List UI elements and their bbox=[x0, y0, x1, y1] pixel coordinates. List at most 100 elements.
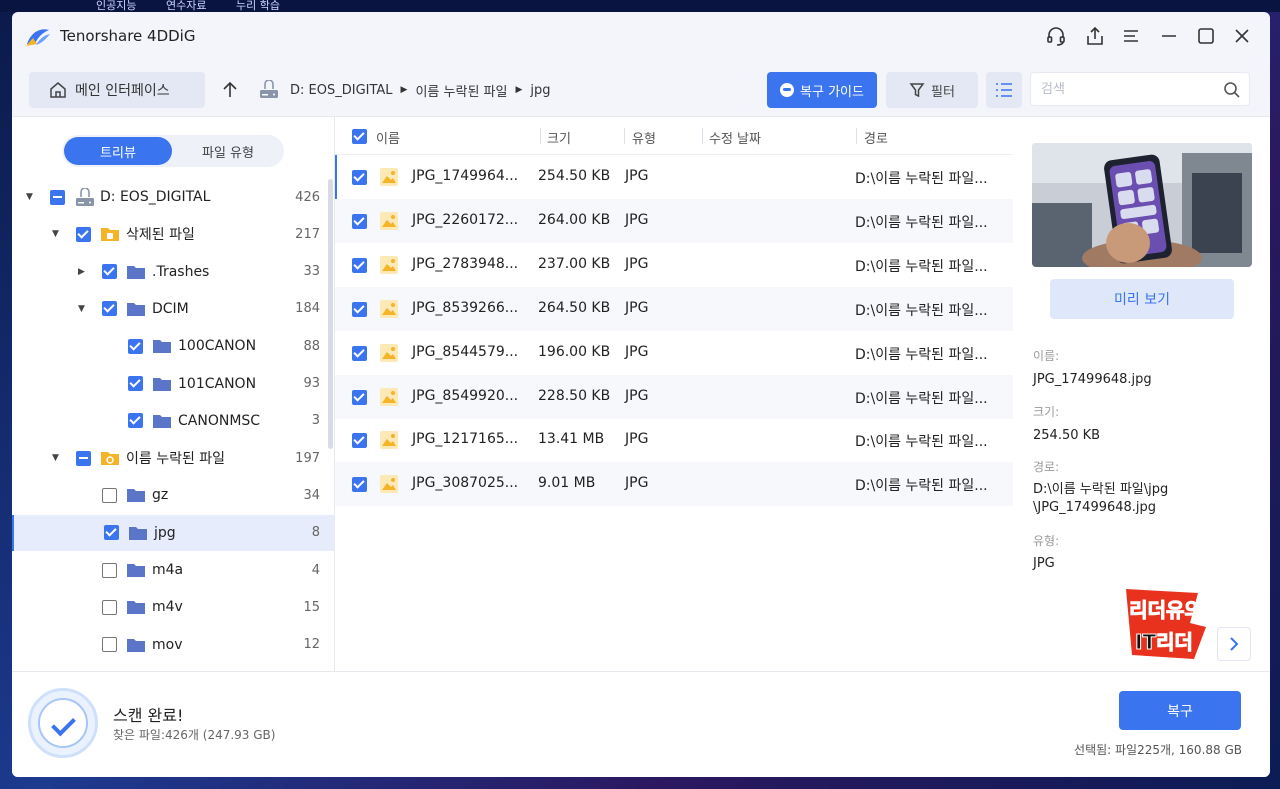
tree-item[interactable]: ▼ DCIM 184 bbox=[12, 291, 334, 327]
tree-item[interactable]: ▶ .Trashes 33 bbox=[12, 254, 334, 290]
maximize-icon[interactable] bbox=[1194, 24, 1218, 48]
file-size: 264.00 KB bbox=[538, 211, 611, 228]
recovery-guide-button[interactable]: 복구 가이드 bbox=[767, 72, 877, 108]
tree-item[interactable]: mov 12 bbox=[12, 627, 334, 663]
table-row[interactable]: JPG_2260172... 264.00 KB JPG D:\이름 누락된 파… bbox=[335, 198, 1013, 243]
close-icon[interactable] bbox=[1230, 24, 1254, 48]
file-size: 196.00 KB bbox=[538, 343, 611, 360]
breadcrumb-folder[interactable]: 이름 누락된 파일 bbox=[415, 81, 507, 100]
row-checkbox[interactable] bbox=[352, 213, 367, 229]
scan-complete-check-icon bbox=[28, 688, 98, 758]
meta-type-key: 유형: bbox=[1033, 534, 1060, 548]
file-size: 13.41 MB bbox=[538, 431, 605, 448]
preview-thumbnail bbox=[1032, 143, 1252, 267]
breadcrumb-current[interactable]: jpg bbox=[530, 83, 550, 98]
support-headset-icon[interactable] bbox=[1044, 24, 1068, 48]
filter-button[interactable]: 필터 bbox=[886, 72, 978, 108]
file-size: 237.00 KB bbox=[538, 255, 611, 272]
file-path: D:\이름 누락된 파일... bbox=[855, 214, 988, 231]
table-row[interactable]: JPG_3087025... 9.01 MB JPG D:\이름 누락된 파일.… bbox=[335, 462, 1013, 507]
row-checkbox[interactable] bbox=[352, 301, 367, 317]
tree-item[interactable]: CANONMSC 3 bbox=[12, 403, 334, 439]
up-arrow-button[interactable] bbox=[218, 78, 242, 102]
tree-item-checkbox[interactable] bbox=[76, 450, 91, 466]
search-input[interactable] bbox=[1031, 73, 1211, 105]
row-checkbox[interactable] bbox=[352, 433, 367, 449]
share-upload-icon[interactable] bbox=[1083, 24, 1107, 48]
row-checkbox[interactable] bbox=[352, 345, 367, 361]
tree-item[interactable]: 100CANON 88 bbox=[12, 328, 334, 364]
table-row[interactable]: JPG_1749964... 254.50 KB JPG D:\이름 누락된 파… bbox=[335, 155, 1013, 199]
file-type: JPG bbox=[625, 168, 649, 184]
tab-file-type[interactable]: 파일 유형 bbox=[174, 137, 282, 165]
row-checkbox[interactable] bbox=[352, 170, 367, 185]
list-view-icon bbox=[996, 83, 1012, 97]
column-type[interactable]: 유형 bbox=[632, 128, 656, 147]
tree-item-checkbox[interactable] bbox=[128, 413, 143, 429]
search-icon[interactable] bbox=[1223, 81, 1241, 99]
tree-item-checkbox[interactable] bbox=[102, 562, 117, 578]
drive-icon bbox=[74, 187, 94, 206]
table-row[interactable]: JPG_8539266... 264.50 KB JPG D:\이름 누락된 파… bbox=[335, 286, 1013, 331]
tree-item-checkbox[interactable] bbox=[102, 301, 117, 317]
recover-button[interactable]: 복구 bbox=[1119, 691, 1241, 730]
tree-item[interactable]: gz 34 bbox=[12, 477, 334, 513]
column-modified-date[interactable]: 수정 날짜 bbox=[709, 128, 761, 147]
tree-item-checkbox[interactable] bbox=[128, 376, 143, 391]
tree-item[interactable]: ▼ 이름 누락된 파일 197 bbox=[12, 440, 334, 476]
next-preview-button[interactable] bbox=[1217, 627, 1251, 661]
tree-item-count: 426 bbox=[295, 189, 320, 205]
tree-item-checkbox[interactable] bbox=[102, 487, 117, 503]
column-size[interactable]: 크기 bbox=[547, 128, 571, 147]
caret-down-icon[interactable]: ▼ bbox=[26, 192, 36, 202]
tree-item[interactable]: jpg 8 bbox=[12, 514, 334, 551]
file-path: D:\이름 누락된 파일... bbox=[855, 390, 988, 407]
sidebar-scrollbar[interactable] bbox=[328, 179, 333, 449]
file-name: JPG_1217165... bbox=[412, 431, 519, 448]
drive-icon bbox=[260, 80, 278, 98]
caret-down-icon[interactable]: ▼ bbox=[52, 229, 62, 239]
menu-icon[interactable] bbox=[1119, 24, 1143, 48]
tree-item-checkbox[interactable] bbox=[104, 525, 119, 541]
list-view-button[interactable] bbox=[986, 72, 1022, 108]
table-row[interactable]: JPG_8549920... 228.50 KB JPG D:\이름 누락된 파… bbox=[335, 374, 1013, 419]
tree-item-checkbox[interactable] bbox=[102, 637, 117, 653]
table-row[interactable]: JPG_8544579... 196.00 KB JPG D:\이름 누락된 파… bbox=[335, 331, 1013, 375]
tree-item-checkbox[interactable] bbox=[76, 226, 91, 242]
breadcrumb-drive[interactable]: D: EOS_DIGITAL bbox=[290, 83, 393, 98]
row-checkbox[interactable] bbox=[352, 477, 367, 493]
tree-item[interactable]: 101CANON 93 bbox=[12, 366, 334, 402]
table-row[interactable]: JPG_1217165... 13.41 MB JPG D:\이름 누락된 파일… bbox=[335, 418, 1013, 462]
deleted-folder-icon bbox=[100, 225, 120, 243]
folder-icon bbox=[152, 412, 172, 430]
meta-name-value: JPG_17499648.jpg bbox=[1033, 372, 1152, 387]
tree-item[interactable]: ▼ D: EOS_DIGITAL 426 bbox=[12, 179, 334, 215]
row-checkbox[interactable] bbox=[352, 257, 367, 273]
preview-panel: 미리 보기 이름: JPG_17499648.jpg 크기: 254.50 KB… bbox=[1014, 117, 1270, 673]
preview-button[interactable]: 미리 보기 bbox=[1050, 279, 1234, 319]
tree-item-checkbox[interactable] bbox=[102, 599, 117, 615]
app-window: Tenorshare 4DDiG 메인 인터페이스 D: EOS_DIGITAL… bbox=[12, 12, 1270, 777]
caret-right-icon[interactable]: ▶ bbox=[78, 267, 88, 277]
folder-icon bbox=[126, 486, 146, 504]
tree-item[interactable]: m4a 4 bbox=[12, 552, 334, 588]
select-all-checkbox[interactable] bbox=[352, 129, 367, 144]
tree-item-checkbox[interactable] bbox=[102, 264, 117, 280]
file-path: D:\이름 누락된 파일... bbox=[855, 478, 988, 495]
table-row[interactable]: JPG_2783948... 237.00 KB JPG D:\이름 누락된 파… bbox=[335, 243, 1013, 287]
folder-icon bbox=[126, 300, 146, 318]
row-checkbox[interactable] bbox=[352, 389, 367, 405]
tree-item[interactable]: m4v 15 bbox=[12, 589, 334, 625]
tree-item-checkbox[interactable] bbox=[50, 189, 65, 205]
folder-icon bbox=[128, 524, 148, 542]
tree-item-checkbox[interactable] bbox=[128, 338, 143, 354]
caret-down-icon[interactable]: ▼ bbox=[52, 453, 62, 463]
tree-item-count: 217 bbox=[295, 226, 320, 242]
minimize-icon[interactable] bbox=[1157, 24, 1181, 48]
tree-item[interactable]: ▼ 삭제된 파일 217 bbox=[12, 216, 334, 252]
column-path[interactable]: 경로 bbox=[864, 128, 888, 147]
tab-tree-view[interactable]: 트리뷰 bbox=[64, 137, 172, 165]
caret-down-icon[interactable]: ▼ bbox=[78, 304, 88, 314]
home-button[interactable]: 메인 인터페이스 bbox=[29, 72, 205, 108]
column-name[interactable]: 이름 bbox=[376, 128, 400, 147]
